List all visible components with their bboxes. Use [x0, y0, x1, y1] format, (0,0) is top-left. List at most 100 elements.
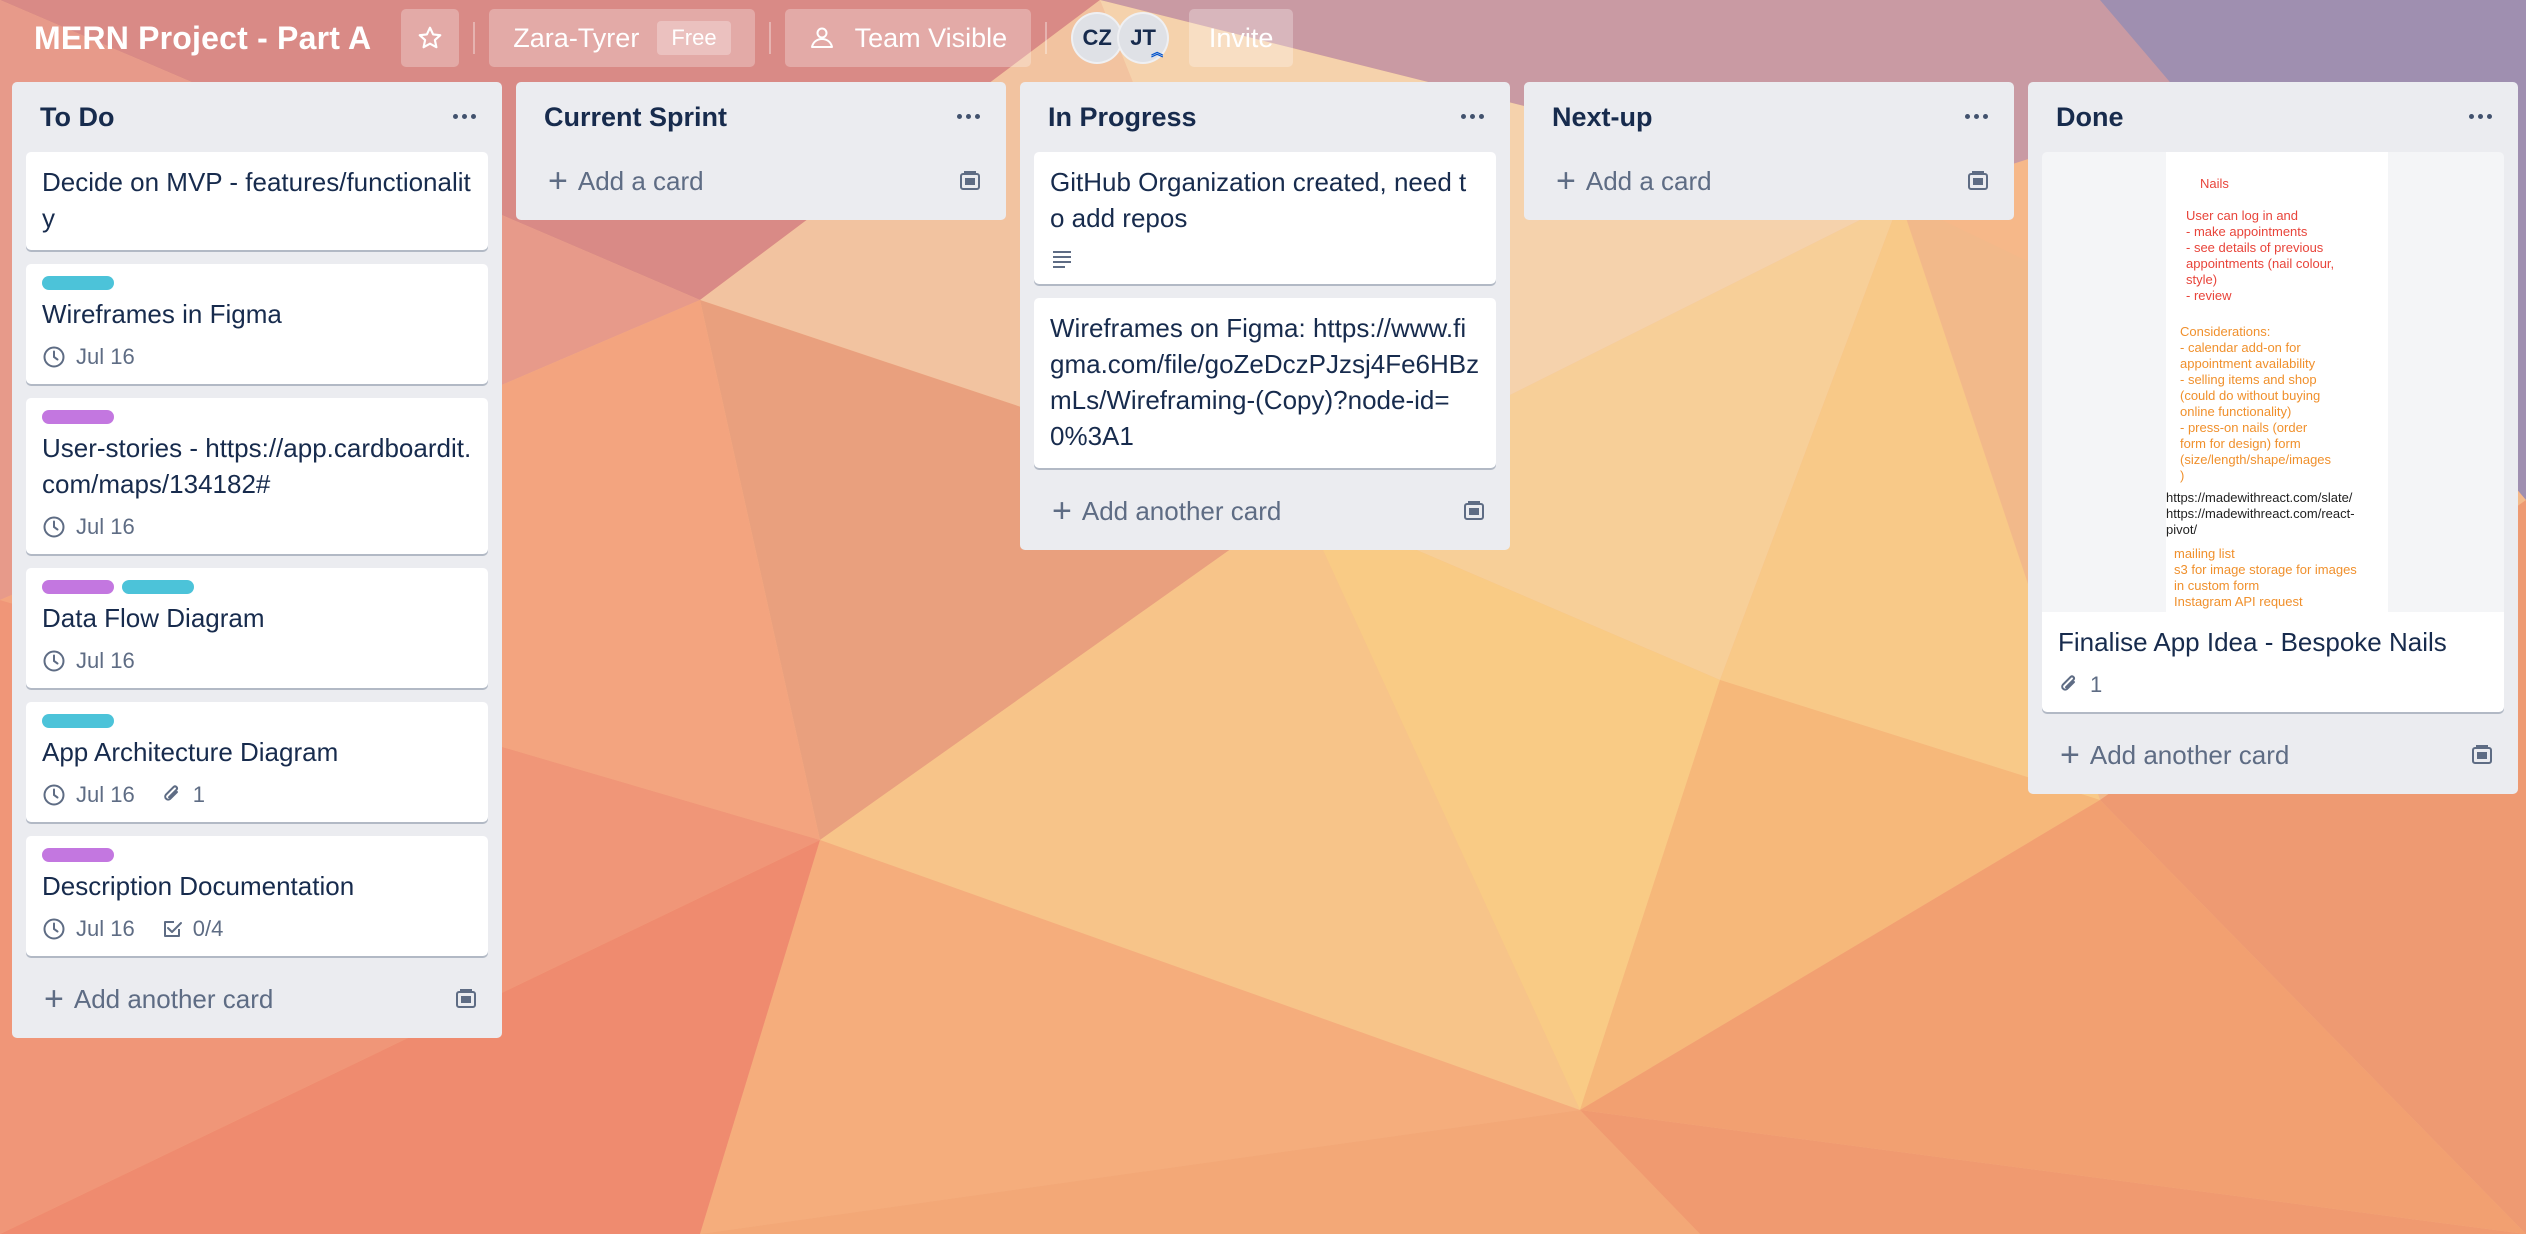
add-card-button[interactable]: + Add another card [1034, 482, 1496, 540]
checkbox-icon [163, 921, 182, 937]
cover-heading: Nails [2200, 176, 2229, 191]
visibility-label: Team Visible [854, 22, 1008, 53]
card-labels [42, 714, 472, 728]
card-template-icon[interactable] [2470, 743, 2494, 767]
card-title: Wireframes on Figma: https://www.figma.c… [1050, 313, 1480, 451]
label-cyan [42, 276, 114, 290]
due-date-badge: Jul 16 [42, 648, 135, 674]
card[interactable]: Description Documentation Jul 16 0/4 [26, 836, 488, 956]
list-menu-button[interactable] [1958, 100, 1994, 132]
board-header: MERN Project - Part A Zara-Tyrer Free Te… [0, 0, 2526, 76]
board-members: CZ JT ︽ [1071, 12, 1170, 64]
card[interactable]: GitHub Organization created, need to add… [1034, 152, 1496, 284]
clock-icon [43, 918, 65, 940]
workspace-name: Zara-Tyrer [513, 22, 640, 53]
clock-icon [43, 650, 65, 672]
card-title: Decide on MVP - features/functionality [42, 167, 471, 233]
add-card-button[interactable]: + Add a card [530, 152, 992, 210]
admin-chevron-icon: ︽ [1151, 45, 1164, 59]
card-labels [42, 276, 472, 290]
due-date-badge: Jul 16 [42, 514, 135, 540]
avatar[interactable]: JT ︽ [1117, 12, 1170, 64]
checklist-badge: 0/4 [161, 916, 224, 942]
card-badges: Jul 16 [42, 648, 472, 674]
header-divider [1045, 22, 1048, 54]
cover-features: User can log in and - make appointments … [2186, 208, 2335, 303]
header-divider [473, 22, 476, 54]
card-badges: Jul 16 [42, 514, 472, 540]
card-template-icon[interactable] [1966, 169, 1990, 193]
list-title[interactable]: Done [2056, 102, 2124, 133]
plan-badge: Free [657, 21, 731, 55]
cover-extras: mailing list s3 for image storage for im… [2174, 546, 2357, 609]
list-header: To Do [12, 82, 502, 152]
header-divider [768, 22, 771, 54]
add-card-label: Add another card [73, 983, 274, 1014]
card[interactable]: App Architecture Diagram Jul 16 1 [26, 702, 488, 822]
description-icon [1053, 251, 1071, 268]
list-title[interactable]: To Do [40, 102, 114, 133]
workspace-button[interactable]: Zara-Tyrer Free [489, 9, 755, 67]
more-icon [1460, 113, 1466, 119]
card-title: Data Flow Diagram [42, 603, 265, 633]
card[interactable]: Decide on MVP - features/functionality [26, 152, 488, 250]
card-template-icon[interactable] [958, 169, 982, 193]
card-labels [42, 580, 472, 594]
card-title: Finalise App Idea - Bespoke Nails [2058, 627, 2447, 657]
board-title[interactable]: MERN Project - Part A [34, 20, 371, 57]
card-title: Wireframes in Figma [42, 299, 282, 329]
add-card-button[interactable]: + Add a card [1538, 152, 2000, 210]
card-badges: Jul 16 [42, 344, 472, 370]
plus-icon: + [2060, 736, 2080, 774]
list-current-sprint: Current Sprint + Add a card [516, 82, 1006, 220]
card[interactable]: Wireframes on Figma: https://www.figma.c… [1034, 298, 1496, 468]
checklist-count: 0/4 [192, 916, 224, 941]
label-purple [42, 848, 114, 862]
attachment-count: 1 [2090, 672, 2103, 697]
card[interactable]: Finalise App Idea - Bespoke Nails 1 [2042, 612, 2504, 712]
list-done: Done Nails User can log in and - make ap… [2028, 82, 2518, 794]
list-title[interactable]: In Progress [1048, 102, 1197, 133]
plus-icon: + [548, 162, 568, 200]
list-title[interactable]: Next-up [1552, 102, 1653, 133]
list-menu-button[interactable] [950, 100, 986, 132]
due-date: Jul 16 [76, 514, 135, 539]
card-template-icon[interactable] [454, 987, 478, 1011]
list-title[interactable]: Current Sprint [544, 102, 727, 133]
label-purple [42, 410, 114, 424]
more-icon [956, 113, 962, 119]
cover-document: Nails User can log in and - make appoint… [2166, 152, 2388, 612]
attachment-badge: 1 [161, 782, 205, 808]
add-card-button[interactable]: + Add another card [2042, 726, 2504, 784]
list-header: Done [2028, 82, 2518, 152]
card-cover-image[interactable]: Nails User can log in and - make appoint… [2042, 152, 2504, 612]
add-card-label: Add a card [1585, 165, 1712, 196]
card-template-icon[interactable] [1462, 499, 1486, 523]
list-menu-button[interactable] [2462, 100, 2498, 132]
card[interactable]: User-stories - https://app.cardboardit.c… [26, 398, 488, 554]
list-menu-button[interactable] [1454, 100, 1490, 132]
visibility-button[interactable]: Team Visible [784, 9, 1032, 67]
card-badges: Jul 16 0/4 [42, 916, 472, 942]
label-cyan [42, 714, 114, 728]
card[interactable]: Data Flow Diagram Jul 16 [26, 568, 488, 688]
add-card-label: Add another card [1081, 495, 1282, 526]
card-title: App Architecture Diagram [42, 737, 339, 767]
plus-icon: + [1052, 492, 1072, 530]
add-card-button[interactable]: + Add another card [26, 970, 488, 1028]
card-labels [42, 848, 472, 862]
card-badges: 1 [2058, 672, 2488, 698]
due-date-badge: Jul 16 [42, 782, 135, 808]
cover-links: https://madewithreact.com/slate/ https:/… [2166, 490, 2355, 537]
card[interactable]: Wireframes in Figma Jul 16 [26, 264, 488, 384]
card-labels [42, 410, 472, 424]
star-board-button[interactable] [401, 9, 460, 67]
invite-button[interactable]: Invite [1189, 9, 1294, 67]
due-date: Jul 16 [76, 648, 135, 673]
list-todo: To Do Decide on MVP - features/functiona… [12, 82, 502, 1038]
avatar[interactable]: CZ [1071, 12, 1124, 64]
list-menu-button[interactable] [446, 100, 482, 132]
card-title: User-stories - https://app.cardboardit.c… [42, 433, 472, 499]
list-header: Current Sprint [516, 82, 1006, 152]
attachment-badge: 1 [2058, 672, 2102, 698]
